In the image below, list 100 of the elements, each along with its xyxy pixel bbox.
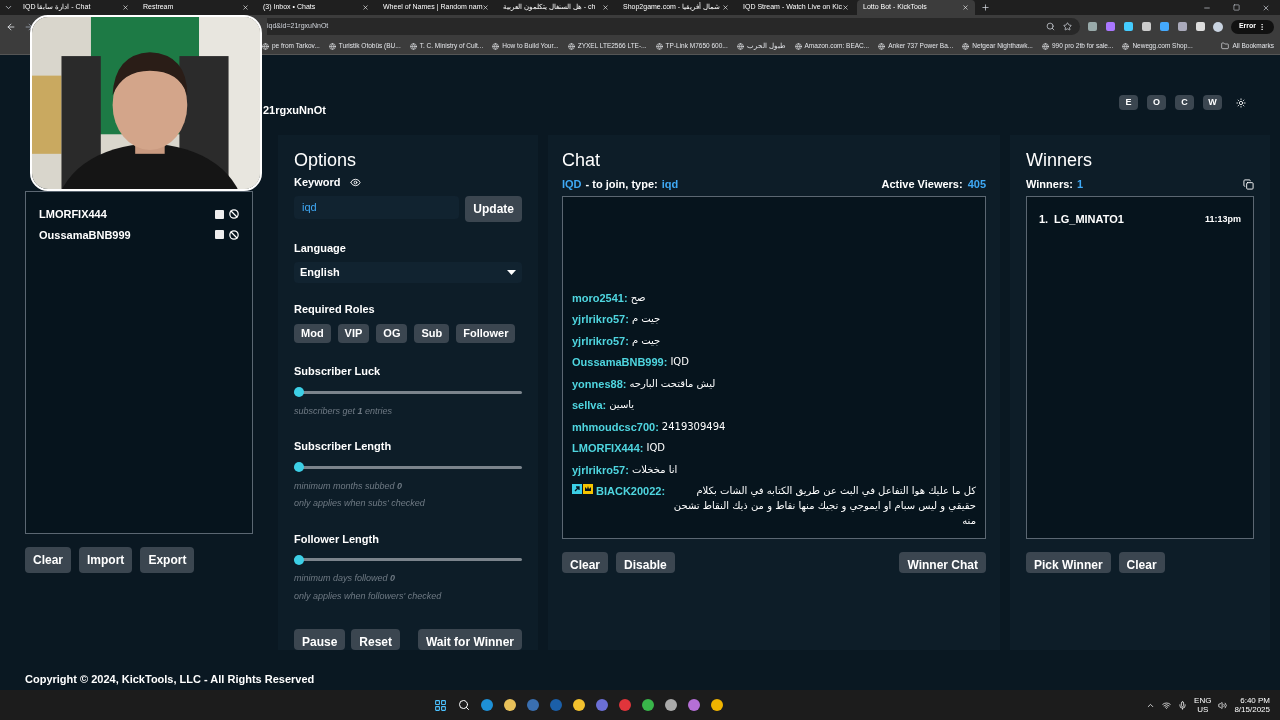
globe-icon <box>1041 42 1049 50</box>
network-icon[interactable] <box>1162 700 1172 710</box>
language-select[interactable]: English <box>294 262 522 283</box>
slider-thumb[interactable] <box>294 462 304 472</box>
chat-username: mhmoudcsc700: <box>572 419 659 435</box>
slider-note: only applies when subs' checked <box>294 497 426 510</box>
close-icon[interactable] <box>242 4 249 11</box>
tab-list-icon[interactable] <box>4 3 13 12</box>
roles-label: Required Roles <box>294 301 376 317</box>
role-button[interactable]: Follower <box>456 324 516 343</box>
join-keyword: iqd <box>661 176 679 192</box>
square-icon[interactable] <box>215 209 224 219</box>
winner-count: 1 <box>1076 176 1084 192</box>
new-tab-icon[interactable] <box>981 3 990 12</box>
chat-message: جيت م <box>631 312 661 326</box>
search-icon[interactable] <box>457 699 470 711</box>
slider-track[interactable] <box>294 390 522 394</box>
slider-note: minimum months subbed 0 <box>294 479 404 493</box>
panel-title: Winners <box>1026 149 1093 172</box>
keyword-field[interactable]: iqd <box>294 195 460 219</box>
panel-title: Options <box>294 149 358 172</box>
taskbar-app-icon[interactable] <box>710 699 723 711</box>
globe-icon <box>409 42 417 50</box>
language-label: Language <box>294 240 347 256</box>
eye-icon[interactable] <box>350 176 362 188</box>
winners-button[interactable]: Pick Winner <box>1026 552 1111 573</box>
copy-icon[interactable] <box>1243 178 1254 190</box>
close-icon[interactable] <box>722 4 729 11</box>
chat-message: كل ما عليك هوا التفاعل في البث عن طريق الكتابه في الشات بكلام حقيقي و ليس سبام او ايموجي و تجيك منها نقاط و من ذيك النقاط تشحن منه <box>672 484 976 528</box>
close-icon[interactable] <box>1262 3 1270 12</box>
update-button[interactable]: Update <box>465 195 522 222</box>
globe-icon <box>878 42 886 50</box>
entries-button[interactable]: Export <box>140 547 195 573</box>
role-button[interactable]: Mod <box>294 324 331 343</box>
globe-icon <box>962 42 970 50</box>
winner-chat-button[interactable]: Winner Chat <box>899 552 986 573</box>
star-icon[interactable] <box>1062 22 1072 31</box>
close-icon[interactable] <box>362 4 369 11</box>
close-icon[interactable] <box>122 4 129 11</box>
theme-button[interactable]: O <box>1147 95 1166 110</box>
reset-button[interactable]: Reset <box>351 629 401 650</box>
winners-label: Winners: <box>1026 176 1073 192</box>
entries-button[interactable]: Clear <box>25 547 72 573</box>
viewer-count: 405 <box>967 176 986 192</box>
slider-thumb[interactable] <box>294 387 304 397</box>
square-icon[interactable] <box>215 230 224 240</box>
chat-message: 2419309494 <box>661 419 726 434</box>
close-icon[interactable] <box>602 4 609 11</box>
slider-thumb[interactable] <box>294 554 304 565</box>
taskbar-app-icon[interactable] <box>572 699 585 711</box>
avatar-icon[interactable] <box>1212 21 1223 32</box>
taskbar-app-icon[interactable] <box>641 699 654 711</box>
taskbar-app-icon[interactable] <box>503 699 516 711</box>
join-text: - to join, type: <box>585 176 658 192</box>
wait-for-winner-button[interactable]: Wait for Winner <box>417 629 522 650</box>
ban-icon[interactable] <box>229 209 239 220</box>
globe-icon <box>492 42 500 50</box>
sun-icon <box>1235 97 1246 108</box>
slider-track[interactable] <box>294 465 522 469</box>
globe-icon <box>794 42 802 50</box>
forward-icon[interactable] <box>24 21 34 32</box>
chat-button[interactable]: Clear <box>562 552 609 573</box>
chat-username: yonnes88: <box>572 376 627 392</box>
region-indicator[interactable]: US <box>1197 705 1209 714</box>
theme-button[interactable]: E <box>1119 95 1138 110</box>
pause-button[interactable]: Pause <box>294 629 346 650</box>
close-icon[interactable] <box>482 4 490 11</box>
slider-note: only applies when followers' checked <box>294 589 443 603</box>
start-icon[interactable] <box>433 698 447 712</box>
taskbar-app-icon[interactable] <box>687 699 700 711</box>
panel-title: Chat <box>562 149 602 172</box>
slider-label: Subscriber Luck <box>294 364 382 379</box>
entries-button[interactable]: Import <box>79 547 133 573</box>
theme-button[interactable]: C <box>1175 95 1194 110</box>
chat-username: yjrlrikro57: <box>572 462 629 478</box>
chat-message: ياسين <box>609 398 635 412</box>
theme-button[interactable]: W <box>1203 95 1222 110</box>
crown-badge-icon <box>583 484 593 494</box>
chat-message: IQD <box>670 355 689 369</box>
close-icon[interactable] <box>842 4 849 11</box>
language-indicator[interactable]: ENG <box>1194 696 1212 705</box>
role-button[interactable]: Sub <box>414 324 450 343</box>
role-button[interactable]: VIP <box>337 324 370 343</box>
close-icon[interactable] <box>962 4 969 11</box>
slider-label: Subscriber Length <box>294 439 393 454</box>
clock-time[interactable]: 6:40 PM <box>1240 696 1270 705</box>
ban-icon[interactable] <box>229 229 239 240</box>
chat-message: ليش ماقتحت البارحه <box>629 376 716 391</box>
taskbar-app-icon[interactable] <box>480 699 493 711</box>
entry-name: OussamaBNB999 <box>39 227 131 243</box>
maximize-icon[interactable] <box>1233 4 1240 11</box>
back-icon[interactable] <box>6 21 16 32</box>
clock-date[interactable]: 8/15/2025 <box>1234 705 1270 714</box>
microphone-icon[interactable] <box>1178 700 1188 710</box>
taskbar-app-icon[interactable] <box>664 699 677 711</box>
search-icon[interactable] <box>1045 22 1055 31</box>
chat-button[interactable]: Disable <box>616 552 675 573</box>
winners-button[interactable]: Clear <box>1118 552 1165 573</box>
volume-icon[interactable] <box>1218 700 1228 710</box>
role-button[interactable]: OG <box>376 324 408 343</box>
